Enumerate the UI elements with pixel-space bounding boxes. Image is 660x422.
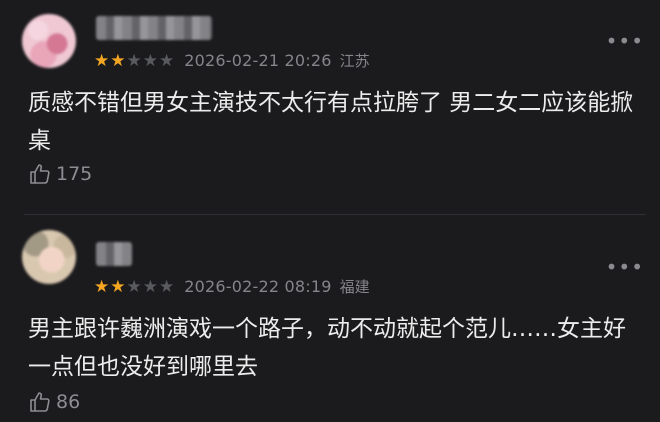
- thumbs-up-icon: [30, 392, 50, 412]
- star-icon: ★: [94, 276, 110, 297]
- star-icon: ★: [142, 276, 158, 297]
- comment-text: 质感不错但男女主演技不太行有点拉胯了 男二女二应该能掀桌: [28, 90, 634, 154]
- comment-meta: ★ ★ ★ ★ ★ 2026-02-22 08:19 福建: [94, 276, 370, 297]
- divider: [24, 214, 646, 215]
- star-icon: ★: [110, 276, 126, 297]
- rating-stars: ★ ★ ★ ★ ★: [94, 277, 174, 297]
- comment-location: 福建: [339, 278, 370, 296]
- star-icon: ★: [159, 276, 175, 297]
- star-icon: ★: [126, 276, 142, 297]
- username-blurred[interactable]: [96, 242, 132, 266]
- like-button[interactable]: 175: [28, 162, 92, 186]
- comment-text: 男主跟许巍洲演戏一个路子，动不动就起个范儿……女主好一点但也没好到哪里去: [28, 316, 626, 380]
- username-blurred[interactable]: [96, 16, 212, 40]
- comment-meta: ★ ★ ★ ★ ★ 2026-02-21 20:26 江苏: [94, 50, 370, 71]
- star-icon: ★: [110, 50, 126, 71]
- like-count: 86: [56, 391, 81, 413]
- star-icon: ★: [159, 50, 175, 71]
- star-icon: ★: [94, 50, 110, 71]
- more-dots-icon[interactable]: •••: [606, 31, 644, 51]
- star-icon: ★: [142, 50, 158, 71]
- comment-location: 江苏: [339, 52, 370, 70]
- like-count: 175: [56, 163, 93, 185]
- comment-item: ★ ★ ★ ★ ★ 2026-02-22 08:19 福建 ••• 男主跟许巍洲…: [0, 216, 660, 422]
- thumbs-up-icon: [30, 164, 50, 184]
- comment-date: 2026-02-21 20:26: [184, 51, 332, 70]
- avatar[interactable]: [22, 14, 76, 68]
- more-dots-icon[interactable]: •••: [606, 257, 644, 277]
- comment-date: 2026-02-22 08:19: [184, 277, 332, 296]
- star-icon: ★: [126, 50, 142, 71]
- avatar[interactable]: [22, 230, 76, 284]
- like-button[interactable]: 86: [28, 390, 80, 414]
- rating-stars: ★ ★ ★ ★ ★: [94, 51, 174, 71]
- comment-item: ★ ★ ★ ★ ★ 2026-02-21 20:26 江苏 ••• 质感不错但男…: [0, 0, 660, 214]
